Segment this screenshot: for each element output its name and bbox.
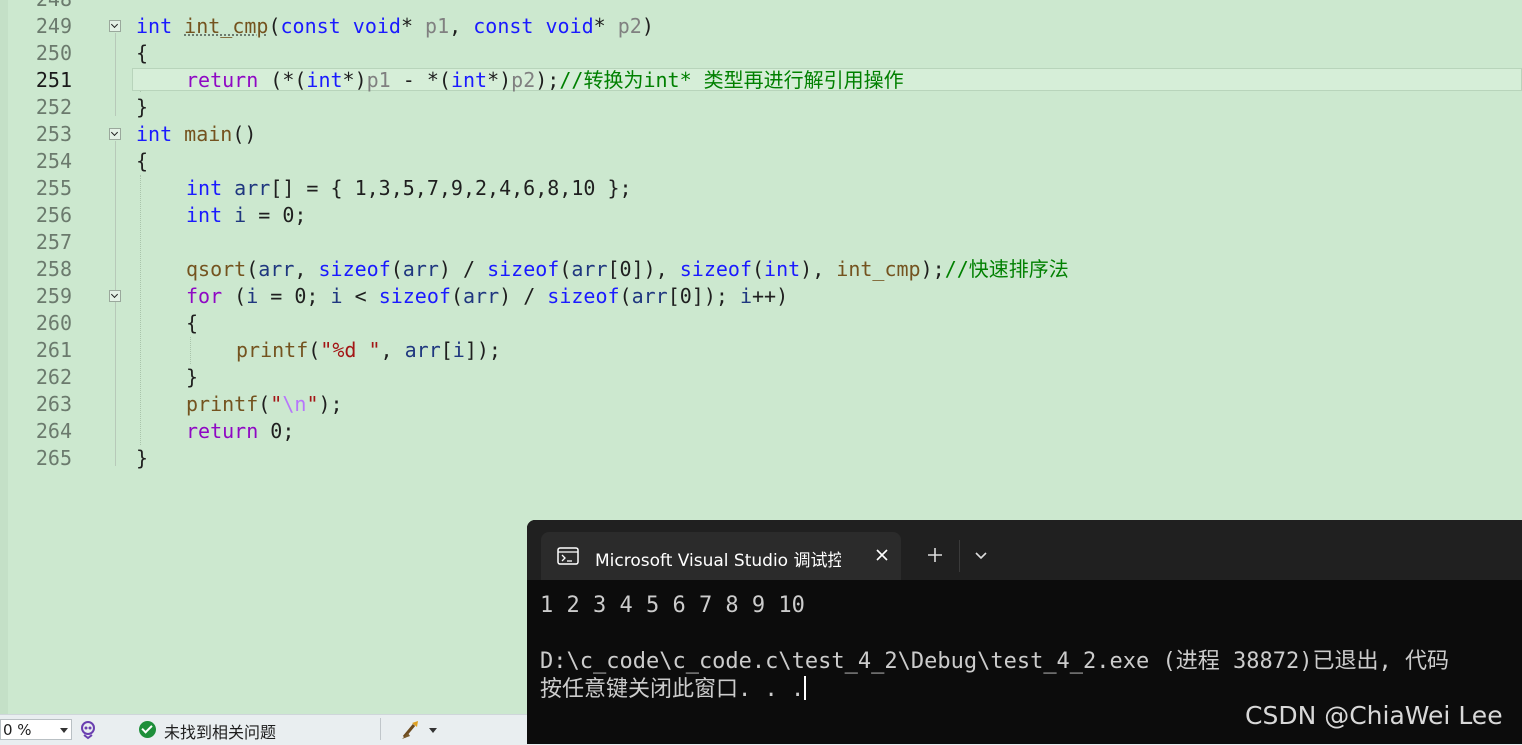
issues-status[interactable]: 未找到相关问题 (164, 719, 276, 743)
fold-collapse-icon[interactable] (109, 20, 121, 32)
tab-title: Microsoft Visual Studio 调试控 (595, 551, 841, 571)
line-number: 259 (35, 284, 72, 308)
code-line-250[interactable]: { (136, 40, 148, 67)
zoom-select[interactable]: 0 % (0, 719, 72, 740)
terminal-output-line: 按任意键关闭此窗口. . . (540, 676, 807, 702)
code-line-252[interactable]: } (136, 94, 148, 121)
line-number: 255 (35, 176, 72, 200)
zoom-level: 0 % (3, 721, 32, 739)
code-line-254[interactable]: { (136, 148, 148, 175)
code-comment: //快速排序法 (944, 257, 1069, 281)
line-number-current: 251 (35, 68, 72, 92)
code-line-262[interactable]: } (186, 364, 198, 391)
line-number: 249 (35, 14, 72, 38)
line-number: 264 (35, 419, 72, 443)
code-line-249[interactable]: int int_cmp(const void* p1, const void* … (136, 13, 654, 40)
divider (380, 718, 381, 740)
line-number: 261 (35, 338, 72, 362)
fold-collapse-icon[interactable] (109, 128, 121, 140)
terminal-tab-bar: Microsoft Visual Studio 调试控 (527, 520, 1522, 580)
terminal-tab[interactable]: Microsoft Visual Studio 调试控 (541, 532, 901, 580)
line-number: 262 (35, 365, 72, 389)
close-icon[interactable] (875, 548, 889, 562)
code-line-260[interactable]: { (186, 310, 198, 337)
code-line-253[interactable]: int main() (136, 121, 256, 148)
code-line-264[interactable]: return 0; (186, 418, 294, 445)
code-line-263[interactable]: printf("\n"); (186, 391, 343, 418)
code-line-265[interactable]: } (136, 445, 148, 472)
code-cleanup-icon[interactable] (400, 719, 440, 741)
line-number: 248 (18, 0, 72, 13)
indent-guide (190, 337, 192, 364)
line-number: 258 (35, 257, 72, 281)
fold-collapse-icon[interactable] (109, 290, 121, 302)
terminal-output-line: 1 2 3 4 5 6 7 8 9 10 (540, 593, 805, 618)
new-tab-plus-icon[interactable] (927, 547, 943, 563)
line-number: 256 (35, 203, 72, 227)
terminal-output-line: D:\c_code\c_code.c\test_4_2\Debug\test_4… (540, 649, 1449, 674)
line-number: 254 (35, 149, 72, 173)
copilot-icon[interactable] (79, 720, 97, 740)
line-number: 252 (35, 95, 72, 119)
fold-outline (115, 33, 116, 116)
line-number: 250 (35, 41, 72, 65)
check-circle-icon (139, 721, 156, 738)
indent-guide (140, 175, 142, 445)
code-line-251[interactable]: return (*(int*)p1 - *(int*)p2);//转换为int*… (186, 67, 904, 94)
terminal-icon (557, 547, 579, 565)
code-line-255[interactable]: int arr[] = { 1,3,5,7,9,2,4,6,8,10 }; (186, 175, 632, 202)
chevron-down-icon (60, 728, 68, 733)
line-number: 257 (35, 230, 72, 254)
editor-margin (0, 0, 8, 714)
divider (959, 540, 960, 572)
chevron-down-icon[interactable] (974, 551, 988, 561)
line-number: 265 (35, 446, 72, 470)
line-number: 260 (35, 311, 72, 335)
fold-outline (115, 141, 116, 466)
line-number: 263 (35, 392, 72, 416)
code-line-256[interactable]: int i = 0; (186, 202, 306, 229)
line-number: 253 (35, 122, 72, 146)
text-cursor (804, 676, 807, 700)
code-line-259[interactable]: for (i = 0; i < sizeof(arr) / sizeof(arr… (186, 283, 788, 310)
watermark: CSDN @ChiaWei Lee (1245, 701, 1503, 730)
code-line-261[interactable]: printf("%d ", arr[i]); (236, 337, 501, 364)
code-line-258[interactable]: qsort(arr, sizeof(arr) / sizeof(arr[0]),… (186, 256, 1069, 283)
code-comment: //转换为int* 类型再进行解引用操作 (559, 68, 904, 92)
